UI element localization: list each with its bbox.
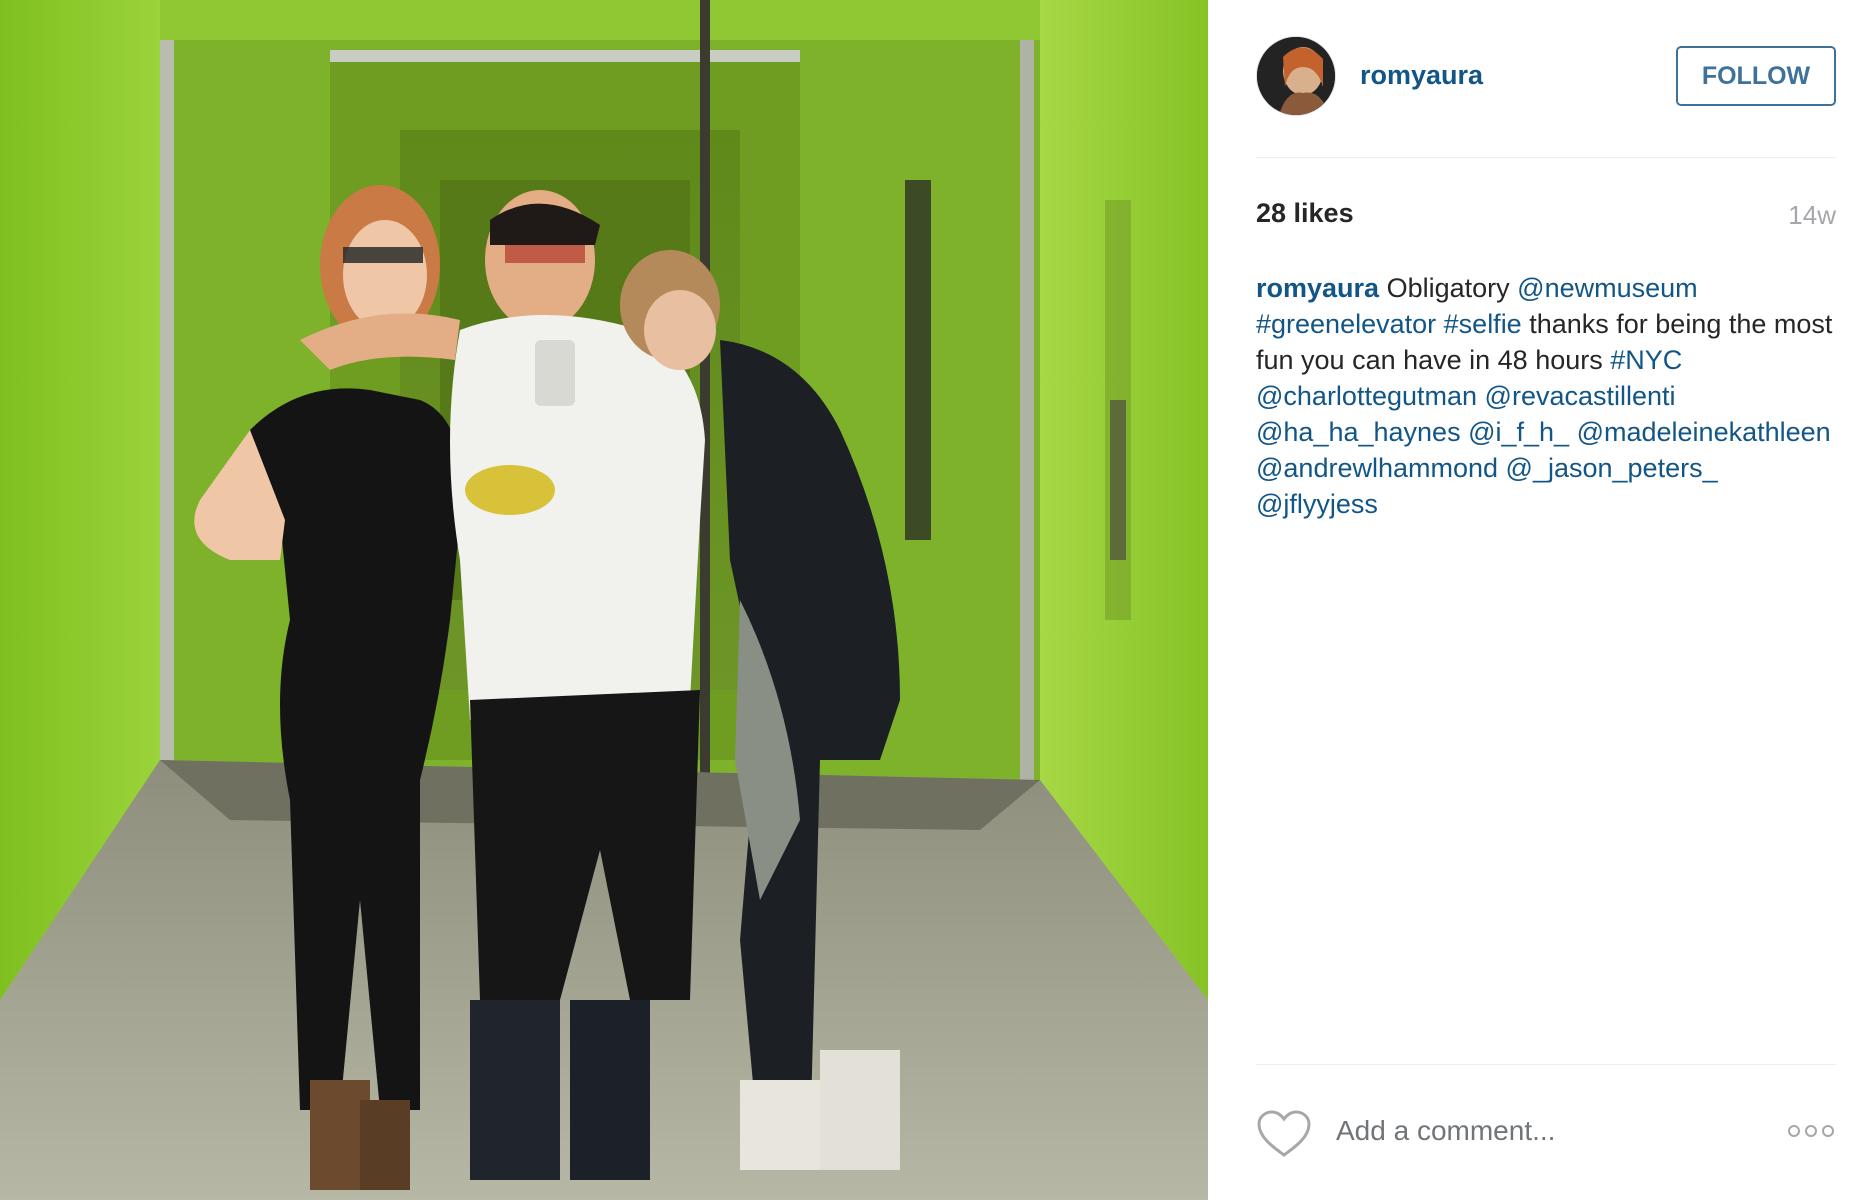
likes-count[interactable]: 28 likes: [1256, 198, 1354, 229]
follow-button[interactable]: FOLLOW: [1676, 46, 1836, 106]
caption-author-link[interactable]: romyaura: [1256, 273, 1379, 303]
ellipsis-icon[interactable]: [1786, 1119, 1836, 1143]
caption-text: Obligatory: [1386, 273, 1510, 303]
post-username[interactable]: romyaura: [1360, 60, 1483, 91]
hashtag-link[interactable]: #NYC: [1610, 345, 1682, 375]
post-side-panel: romyaura FOLLOW 28 likes 14w romyaura Ob…: [1208, 0, 1872, 1200]
mention-link[interactable]: @ha_ha_haynes: [1256, 417, 1461, 447]
mention-link[interactable]: @i_f_h_: [1468, 417, 1569, 447]
hashtag-link[interactable]: #selfie: [1444, 309, 1522, 339]
mention-link[interactable]: @newmuseum: [1517, 273, 1697, 303]
mention-link[interactable]: @revacastillenti: [1485, 381, 1676, 411]
user-avatar[interactable]: [1256, 36, 1336, 116]
elevator-selfie-image: [0, 0, 1208, 1200]
post-caption: romyaura Obligatory @newmuseum #greenele…: [1256, 270, 1841, 522]
mention-link[interactable]: @charlottegutman: [1256, 381, 1477, 411]
post-header: romyaura FOLLOW: [1256, 36, 1836, 118]
mention-link[interactable]: @madeleinekathleen: [1577, 417, 1831, 447]
footer-divider: [1256, 1064, 1836, 1065]
comment-input[interactable]: [1336, 1111, 1756, 1151]
avatar-image: [1257, 37, 1335, 115]
post-photo[interactable]: [0, 0, 1208, 1200]
header-divider: [1256, 157, 1836, 158]
heart-outline-icon[interactable]: [1256, 1109, 1312, 1159]
post-time[interactable]: 14w: [1788, 200, 1836, 231]
hashtag-link[interactable]: #greenelevator: [1256, 309, 1436, 339]
mention-link[interactable]: @andrewlhammond: [1256, 453, 1498, 483]
mention-link[interactable]: @jflyyjess: [1256, 489, 1378, 519]
mention-link[interactable]: @_jason_peters_: [1506, 453, 1718, 483]
comment-row: [1256, 1105, 1836, 1161]
